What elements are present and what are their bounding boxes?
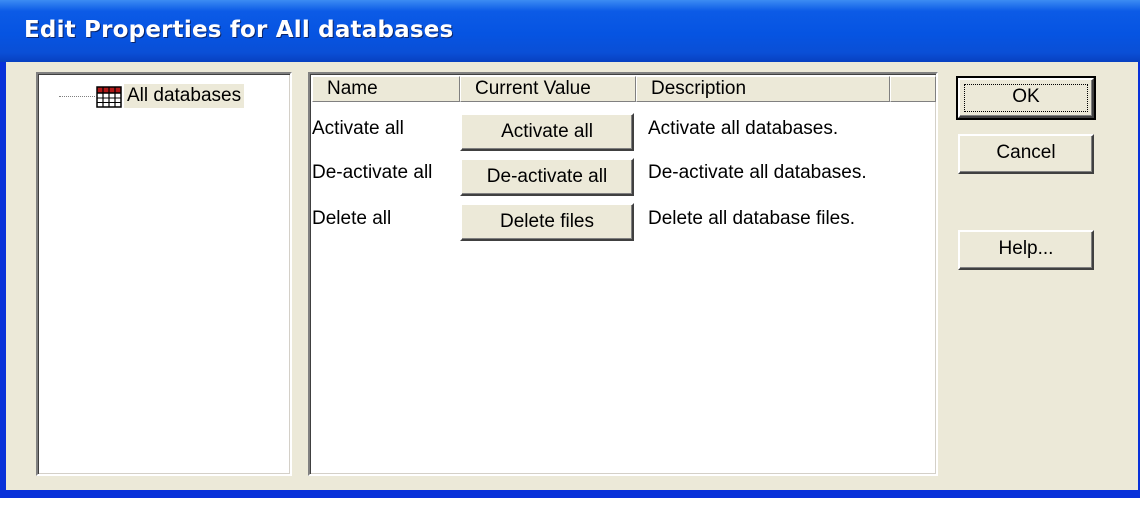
row-name-activate-all: Activate all: [312, 118, 404, 139]
row-name-deactivate-all: De-activate all: [312, 162, 433, 183]
column-header-name[interactable]: Name: [312, 76, 460, 102]
deactivate-all-button[interactable]: De-activate all: [460, 158, 634, 196]
column-header-description[interactable]: Description: [636, 76, 890, 102]
window-frame-bottom: [0, 490, 1140, 498]
dialog-window: Edit Properties for All databases All da…: [0, 0, 1140, 498]
row-description-deactivate-all: De-activate all databases.: [648, 162, 867, 183]
row-description-delete-all: Delete all database files.: [648, 208, 856, 229]
column-header-current-value[interactable]: Current Value: [460, 76, 636, 102]
delete-files-button[interactable]: Delete files: [460, 203, 634, 241]
help-button-label: Help...: [998, 238, 1054, 259]
row-description-activate-all: Activate all databases.: [648, 118, 839, 139]
window-frame-left: [0, 62, 6, 498]
row-name-delete-all: Delete all: [312, 208, 392, 229]
database-grid-icon: [96, 86, 122, 108]
cancel-button-label: Cancel: [996, 142, 1056, 163]
tree-view[interactable]: All databases: [36, 72, 292, 476]
window-title: Edit Properties for All databases: [24, 17, 454, 43]
title-bar[interactable]: Edit Properties for All databases: [0, 0, 1140, 62]
property-grid: Name Current Value Description Activate …: [308, 72, 938, 476]
grid-header: Name Current Value Description: [312, 76, 936, 106]
column-header-filler: [890, 76, 936, 102]
activate-all-button[interactable]: Activate all: [460, 113, 634, 151]
cancel-button[interactable]: Cancel: [958, 134, 1094, 174]
ok-button[interactable]: OK: [956, 76, 1096, 120]
tree-connector-line: [59, 96, 95, 97]
tree-item-all-databases[interactable]: All databases: [124, 84, 245, 108]
help-button[interactable]: Help...: [958, 230, 1094, 270]
focus-rectangle: [964, 84, 1088, 112]
